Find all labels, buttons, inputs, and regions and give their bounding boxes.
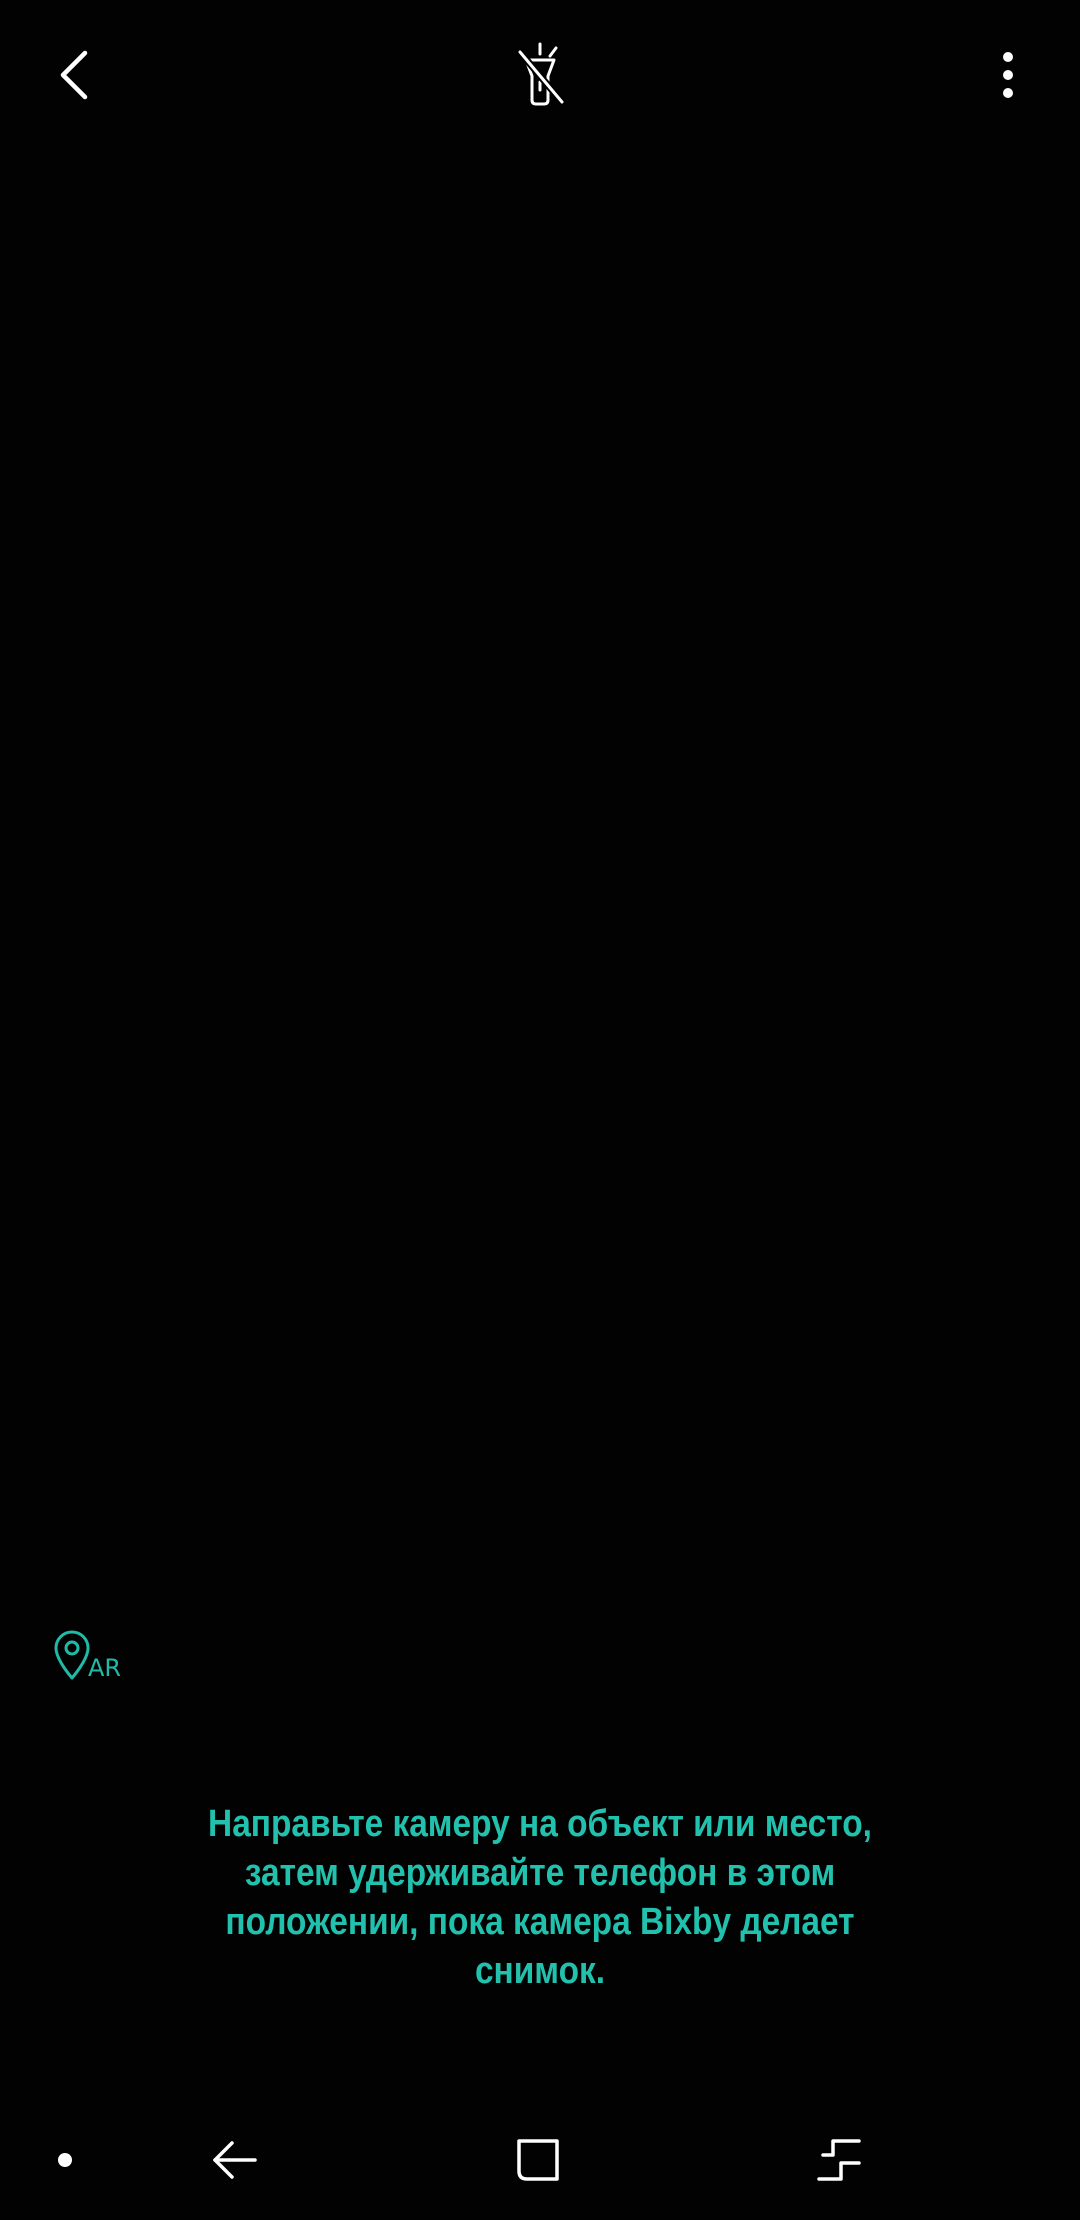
more-vertical-icon: [1002, 52, 1013, 98]
home-square-icon: [517, 2139, 559, 2181]
ar-icon-wrap: AR: [50, 1620, 140, 1700]
flashlight-toggle-button[interactable]: [500, 35, 580, 115]
nav-dot-button[interactable]: [15, 2120, 115, 2200]
nav-home-button[interactable]: [488, 2120, 588, 2200]
flashlight-off-icon: [516, 42, 566, 106]
nav-back-button[interactable]: [185, 2120, 285, 2200]
ar-mode-button[interactable]: AR: [50, 1620, 140, 1700]
recents-icon: [817, 2139, 861, 2181]
nav-recents-button[interactable]: [790, 2120, 890, 2200]
system-navigation-bar: [0, 2100, 1080, 2220]
dot-icon: [58, 2153, 72, 2167]
ar-label: AR: [88, 1654, 122, 1682]
camera-hint-text: Направьте камеру на объект или место, за…: [208, 1803, 872, 1992]
back-arrow-icon: [213, 2141, 257, 2179]
more-options-button[interactable]: [975, 35, 1040, 115]
back-button[interactable]: [40, 35, 110, 115]
chevron-left-icon: [60, 50, 88, 100]
top-toolbar: [0, 0, 1080, 150]
